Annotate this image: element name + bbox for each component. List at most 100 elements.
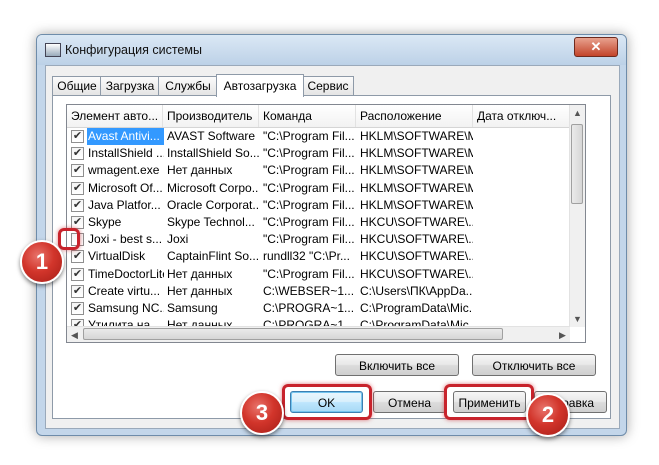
startup-checkbox[interactable]: ✔	[71, 147, 84, 161]
cell-location: HKCU\SOFTWARE\...	[360, 266, 473, 281]
cell-location: HKLM\SOFTWARE\M...	[360, 197, 473, 212]
tab-general[interactable]: Общие	[52, 76, 102, 96]
tab-services[interactable]: Службы	[158, 76, 218, 96]
cell-command: "C:\Program Fil...	[263, 146, 355, 161]
cell-maker: Нет данных	[167, 283, 233, 298]
startup-checkbox[interactable]: ✔	[71, 284, 84, 298]
window-title: Конфигурация системы	[65, 43, 202, 57]
horizontal-scroll-thumb[interactable]	[83, 328, 503, 340]
table-row[interactable]: Joxi - best s... Joxi "C:\Program Fil... HK…	[67, 231, 570, 248]
cell-command: "C:\Program Fil...	[263, 232, 355, 247]
tab-startup[interactable]: Автозагрузка	[216, 74, 304, 97]
step-marker-1: 1	[20, 240, 64, 284]
disable-all-button[interactable]: Отключить все	[472, 354, 596, 376]
cell-maker: Microsoft Corpo...	[167, 180, 259, 195]
cell-date	[477, 266, 570, 283]
table-row[interactable]: ✔ wmagent.exe Нет данных "C:\Program Fil...…	[67, 162, 570, 179]
cell-location: HKCU\SOFTWARE\...	[360, 249, 473, 264]
startup-checkbox[interactable]: ✔	[71, 215, 84, 229]
scroll-left-icon[interactable]: ◀	[67, 327, 82, 342]
startup-checkbox[interactable]: ✔	[71, 164, 84, 178]
cell-location: HKLM\SOFTWARE\M...	[360, 146, 473, 161]
startup-items-list[interactable]: Элемент авто... Производитель Команда Ра…	[66, 104, 586, 343]
cell-name: VirtualDisk	[88, 249, 146, 264]
cell-name: Samsung NC...	[88, 300, 164, 315]
title-bar[interactable]: Конфигурация системы ✕	[37, 35, 626, 65]
column-header-location[interactable]: Расположение	[356, 105, 473, 127]
cell-date	[477, 214, 570, 231]
ok-button[interactable]: OK	[290, 391, 363, 413]
cell-command: "C:\Program Fil...	[263, 214, 355, 229]
vertical-scroll-thumb[interactable]	[571, 124, 583, 204]
cell-name: Microsoft Of...	[88, 180, 163, 195]
cell-command: C:\WEBSER~1...	[263, 283, 355, 298]
table-row[interactable]: ✔ TimeDoctorLite Нет данных "C:\Program Fil…	[67, 266, 570, 283]
cell-command: rundll32 "C:\Pr...	[263, 249, 350, 264]
horizontal-scrollbar[interactable]: ◀ ▶	[67, 326, 570, 342]
cell-date	[477, 197, 570, 214]
startup-checkbox[interactable]	[71, 233, 84, 247]
step-marker-2: 2	[526, 393, 570, 437]
cell-location: HKLM\SOFTWARE\M...	[360, 163, 473, 178]
table-row[interactable]: ✔ Avast Antivi... AVAST Software "C:\Progra…	[67, 128, 570, 146]
close-button[interactable]: ✕	[574, 37, 618, 57]
column-header-command[interactable]: Команда	[259, 105, 356, 127]
scroll-down-icon[interactable]: ▼	[570, 311, 585, 327]
vertical-scrollbar[interactable]: ▲ ▼	[569, 105, 585, 327]
startup-checkbox[interactable]: ✔	[71, 301, 84, 315]
system-configuration-window: Конфигурация системы ✕ Общие Загрузка Сл…	[36, 34, 627, 436]
tab-tools[interactable]: Сервис	[302, 76, 354, 96]
cell-date	[477, 180, 570, 197]
scroll-right-icon[interactable]: ▶	[555, 327, 570, 342]
cell-maker: Joxi	[167, 232, 189, 247]
list-rows: ✔ Avast Antivi... AVAST Software "C:\Progra…	[67, 128, 570, 342]
column-header-name[interactable]: Элемент авто...	[67, 105, 163, 127]
cell-location: HKLM\SOFTWARE\M...	[360, 180, 473, 195]
tab-boot[interactable]: Загрузка	[100, 76, 160, 96]
enable-all-button[interactable]: Включить все	[335, 354, 459, 376]
cell-command: "C:\Program Fil...	[263, 180, 355, 195]
table-row[interactable]: ✔ VirtualDisk CaptainFlint So... rundll32 "…	[67, 248, 570, 265]
cell-location: C:\Users\ПК\AppDa...	[360, 283, 473, 298]
list-header: Элемент авто... Производитель Команда Ра…	[67, 105, 570, 128]
cell-maker: Samsung	[167, 300, 218, 315]
cell-maker: Skype Technol...	[167, 214, 255, 229]
cell-maker: Нет данных	[167, 163, 233, 178]
cell-maker: InstallShield So...	[167, 146, 259, 161]
table-row[interactable]: ✔ Microsoft Of... Microsoft Corpo... "C:\Pr…	[67, 180, 570, 197]
cell-date	[477, 145, 570, 162]
cell-location: C:\ProgramData\Mic...	[360, 300, 473, 315]
startup-checkbox[interactable]: ✔	[71, 250, 84, 264]
cell-command: "C:\Program Fil...	[263, 163, 355, 178]
table-row[interactable]: ✔ InstallShield ... InstallShield So... "C:…	[67, 145, 570, 162]
cell-location: HKCU\SOFTWARE\...	[360, 214, 473, 229]
table-row[interactable]: ✔ Skype Skype Technol... "C:\Program Fil...…	[67, 214, 570, 231]
dialog-client-area: Общие Загрузка Службы Автозагрузка Серви…	[45, 65, 620, 429]
cell-date	[477, 283, 570, 300]
table-row[interactable]: ✔ Java Platfor... Oracle Corporat... "C:\Pr…	[67, 197, 570, 214]
cell-date	[477, 248, 570, 265]
cell-date	[477, 128, 570, 145]
startup-checkbox[interactable]: ✔	[71, 267, 84, 281]
table-row[interactable]: ✔ Create virtu... Нет данных C:\WEBSER~1...…	[67, 283, 570, 300]
cell-date	[477, 231, 570, 248]
cell-name: Create virtu...	[88, 283, 161, 298]
startup-checkbox[interactable]: ✔	[71, 181, 84, 195]
apply-button[interactable]: Применить	[453, 391, 526, 413]
cell-maker: Oracle Corporat...	[167, 197, 259, 212]
startup-checkbox[interactable]: ✔	[71, 130, 84, 143]
startup-tab-panel: Элемент авто... Производитель Команда Ра…	[52, 95, 611, 419]
scroll-up-icon[interactable]: ▲	[570, 105, 585, 121]
cell-command: "C:\Program Fil...	[263, 129, 355, 143]
cell-name: wmagent.exe	[88, 163, 160, 178]
table-row[interactable]: ✔ Samsung NC... Samsung C:\PROGRA~1... C:\Pr…	[67, 300, 570, 317]
cancel-button[interactable]: Отмена	[373, 391, 446, 413]
column-header-date[interactable]: Дата отключ...	[473, 105, 570, 127]
startup-checkbox[interactable]: ✔	[71, 198, 84, 212]
cell-name: InstallShield ...	[88, 146, 164, 161]
cell-maker: AVAST Software	[167, 129, 256, 143]
cell-name: Java Platfor...	[88, 197, 161, 212]
step-marker-3: 3	[240, 391, 284, 435]
cell-location: HKCU\SOFTWARE\...	[360, 232, 473, 247]
column-header-maker[interactable]: Производитель	[163, 105, 259, 127]
